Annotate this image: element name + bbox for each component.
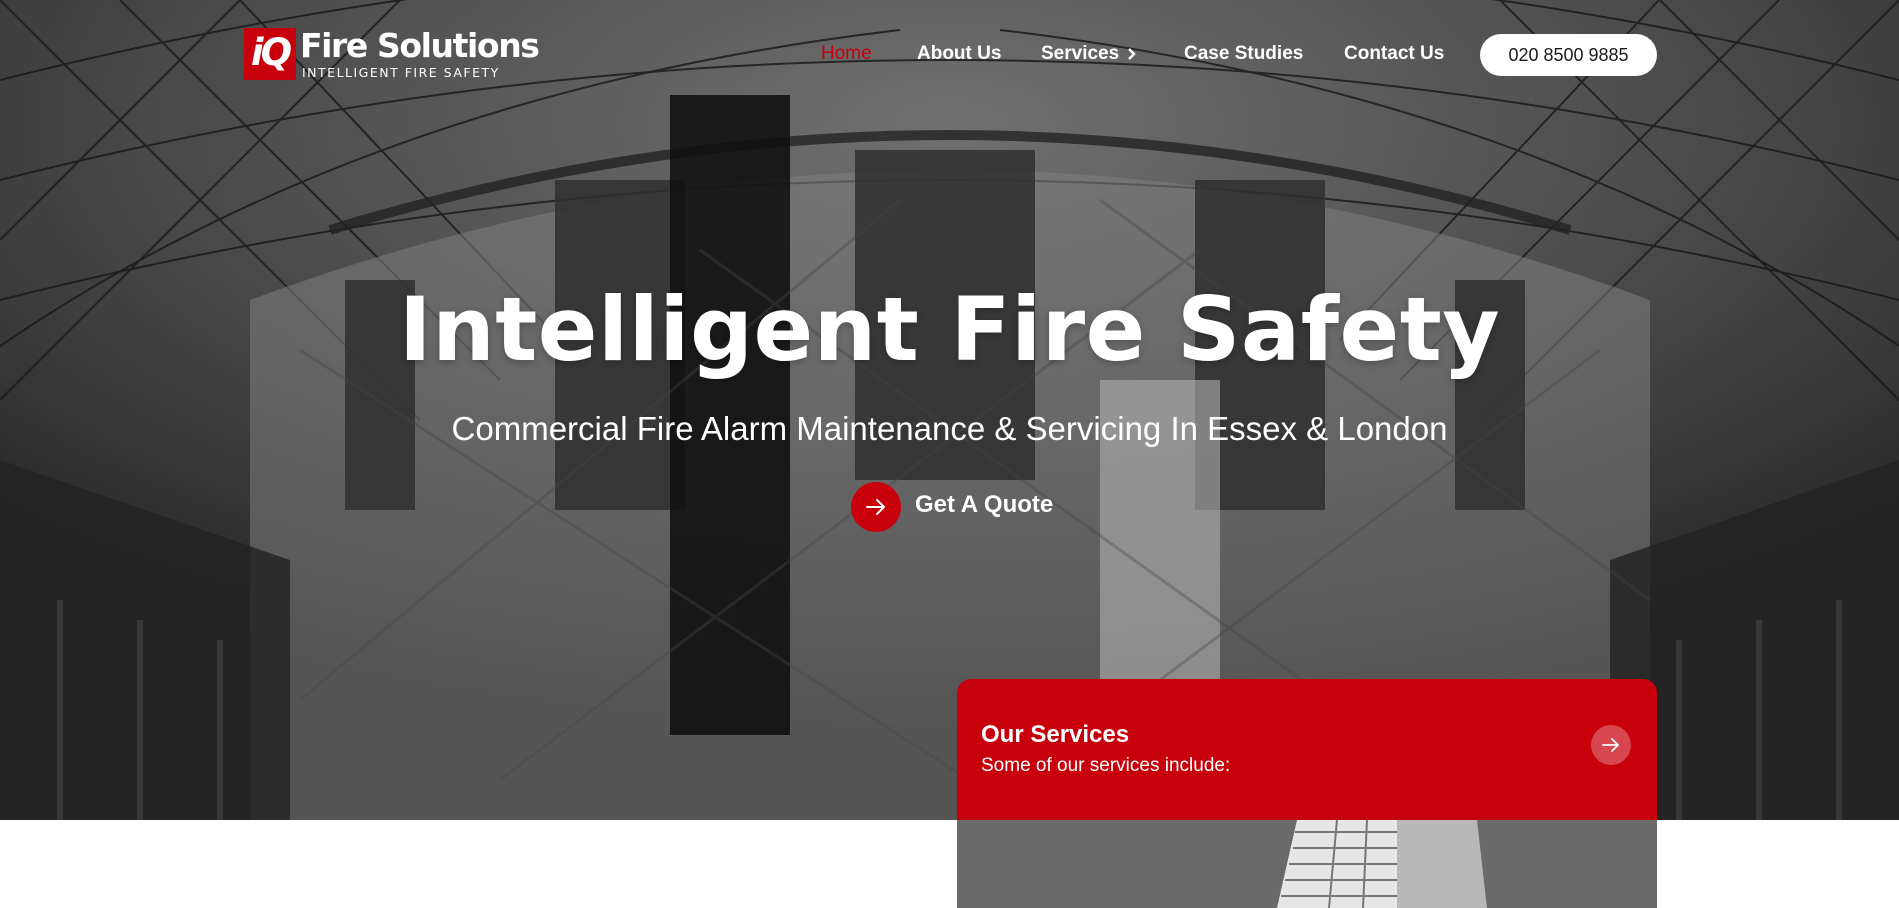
nav-home[interactable]: Home (821, 40, 872, 68)
building-image (957, 819, 1657, 908)
nav-services-label: Services (1041, 43, 1120, 64)
nav-about-us[interactable]: About Us (917, 40, 1001, 68)
services-description: Some of our services include: (981, 755, 1231, 776)
nav-contact-us[interactable]: Contact Us (1344, 40, 1444, 68)
services-card[interactable]: Our Services Some of our services includ… (957, 679, 1657, 908)
quote-button-circle (851, 482, 901, 532)
get-a-quote-label: Get A Quote (915, 491, 1054, 518)
hero-title: Intelligent Fire Safety (398, 278, 1501, 381)
services-title: Our Services (981, 721, 1130, 748)
nav-services[interactable]: Services (1041, 40, 1137, 70)
hero-subtitle: Commercial Fire Alarm Maintenance & Serv… (451, 410, 1448, 447)
logo-name: Fire Solutions (300, 26, 540, 65)
logo-tagline: INTELLIGENT FIRE SAFETY (302, 65, 500, 80)
phone-button[interactable]: 020 8500 9885 (1480, 34, 1657, 76)
services-card-image (957, 819, 1657, 908)
chevron-right-icon (1127, 42, 1137, 70)
services-card-header: Our Services Some of our services includ… (957, 679, 1657, 820)
site-logo[interactable]: iQ Fire Solutions INTELLIGENT FIRE SAFET… (244, 26, 544, 82)
arrow-right-icon (866, 499, 885, 515)
arrow-right-icon (1602, 738, 1619, 752)
logo-mark: iQ (244, 28, 296, 80)
services-arrow-button[interactable] (1591, 725, 1631, 765)
nav-case-studies[interactable]: Case Studies (1184, 40, 1303, 68)
